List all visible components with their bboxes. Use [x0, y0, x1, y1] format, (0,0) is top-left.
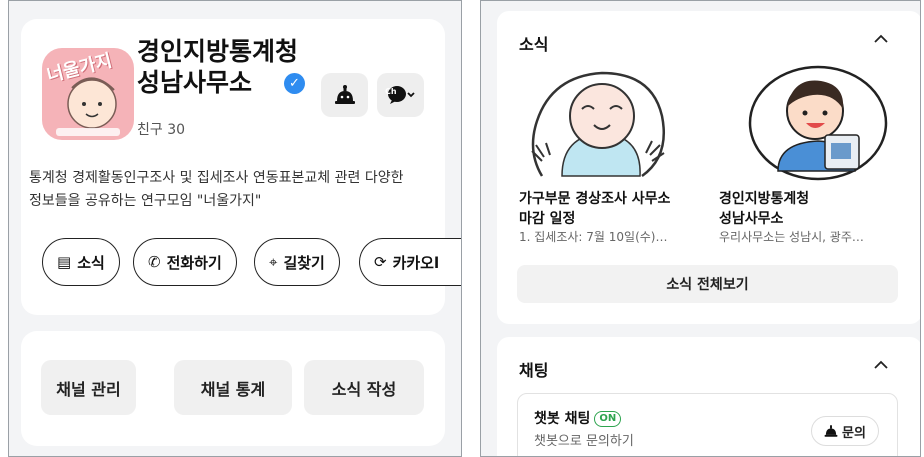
description-line2: 정보들을 공유하는 연구모임 "너울가지": [29, 193, 262, 209]
chevron-up-icon[interactable]: [870, 354, 892, 376]
chatbot-icon: [334, 85, 355, 104]
channel-name: 경인지방통계청 성남사무소: [137, 36, 298, 98]
call-action-label: 전화하기: [166, 253, 222, 272]
channel-chat-label: Ch: [385, 87, 397, 96]
news-item-title[interactable]: 경인지방통계청 성남사무소: [719, 189, 809, 229]
news-item-summary: 우리사무소는 성남시, 광주…: [719, 230, 864, 244]
kakao-money-action-label: 카카오l: [392, 253, 440, 272]
channel-avatar[interactable]: 너울가지: [42, 48, 134, 140]
channel-name-line1: 경인지방통계청: [137, 37, 299, 66]
chatbot-icon: [824, 425, 838, 437]
news-item-title[interactable]: 가구부문 경상조사 사무소 마감 일정: [519, 189, 670, 229]
news-list-icon: ▤: [57, 253, 72, 271]
call-action-button[interactable]: ✆ 전화하기: [133, 238, 237, 286]
channel-description: 통계청 경제활동인구조사 및 집세조사 연동표본교체 관련 다양한 정보들을 공…: [29, 167, 424, 213]
avatar-illustration: [56, 77, 120, 136]
friends-count: 친구 30: [137, 122, 186, 138]
profile-card: 너울가지 경인지방통계청 성남사무소 ✓ 친구 30 Ch 통계청 경제활동인구…: [21, 19, 461, 315]
chatbot-chat-title: 챗봇 채팅: [534, 411, 591, 427]
channel-manage-button[interactable]: 채널 관리: [41, 360, 136, 415]
news-thumbnail-baby[interactable]: [522, 61, 672, 181]
chevron-up-icon[interactable]: [870, 28, 892, 50]
news-thumbnail-staff[interactable]: [743, 63, 893, 183]
chat-card: 채팅 챗봇 채팅 ON 챗봇으로 문의하기 문의: [497, 337, 920, 456]
verified-badge-icon: ✓: [284, 73, 305, 94]
chatbot-chat-label: 챗봇 채팅 ON: [534, 408, 622, 428]
channel-stats-button[interactable]: 채널 통계: [174, 360, 292, 415]
channel-name-line2: 성남사무소: [137, 68, 253, 97]
news-item-title-line2: 마감 일정: [519, 211, 576, 227]
chatbot-chat-desc: 챗봇으로 문의하기: [534, 434, 634, 449]
chatbot-button[interactable]: [321, 73, 368, 117]
news-item-title-line1: 경인지방통계청: [719, 191, 810, 207]
news-action-button[interactable]: ▤ 소식: [42, 238, 120, 286]
channel-profile-panel: 너울가지 경인지방통계청 성남사무소 ✓ 친구 30 Ch 통계청 경제활동인구…: [8, 0, 462, 457]
directions-action-label: 길찾기: [283, 253, 325, 272]
news-card: 소식 가구부문 경상조사 사무소 마감 일정 1. 집세조사: 7월 10일(수…: [497, 11, 920, 324]
write-news-button[interactable]: 소식 작성: [304, 360, 424, 415]
view-all-news-button[interactable]: 소식 전체보기: [517, 265, 898, 303]
news-item-title-line2: 성남사무소: [719, 211, 784, 227]
chat-section-title: 채팅: [519, 361, 549, 380]
news-section-title: 소식: [519, 35, 549, 54]
phone-icon: ✆: [148, 253, 161, 271]
on-status-badge: ON: [594, 411, 622, 427]
directions-action-button[interactable]: ⌖ 길찾기: [254, 238, 340, 286]
admin-card: 채널 관리 채널 통계 소식 작성: [21, 331, 445, 446]
inquiry-label: 문의: [842, 425, 866, 441]
channel-chat-menu-button[interactable]: Ch: [377, 73, 424, 117]
location-pin-icon: ⌖: [269, 253, 278, 271]
news-item-summary: 1. 집세조사: 7월 10일(수)…: [519, 230, 668, 244]
channel-home-panel: 소식 가구부문 경상조사 사무소 마감 일정 1. 집세조사: 7월 10일(수…: [480, 0, 921, 457]
kakao-share-icon: ⟳: [374, 253, 387, 271]
description-line1: 통계청 경제활동인구조사 및 집세조사 연동표본교체 관련 다양한: [29, 170, 404, 186]
inquiry-button[interactable]: 문의: [811, 416, 879, 446]
news-action-label: 소식: [77, 253, 105, 272]
kakao-money-action-button[interactable]: ⟳ 카카오l: [359, 238, 461, 286]
news-item-title-line1: 가구부문 경상조사 사무소: [519, 191, 671, 207]
